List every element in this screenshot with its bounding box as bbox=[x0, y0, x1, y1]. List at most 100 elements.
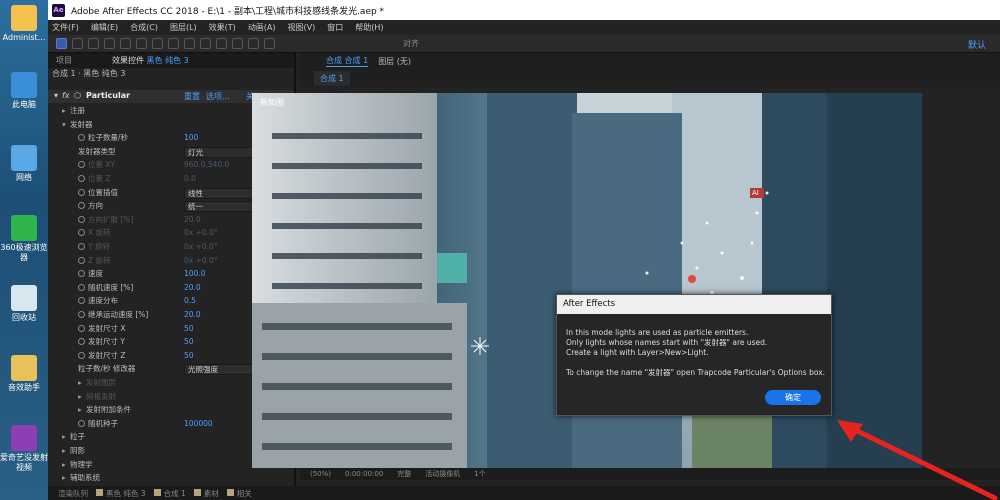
reset-link[interactable]: 重置 bbox=[184, 91, 200, 102]
selection-tool-icon[interactable] bbox=[56, 38, 67, 49]
camera-tool-icon[interactable] bbox=[120, 38, 131, 49]
fx-icon[interactable]: fx bbox=[62, 91, 70, 100]
desktop-browser-360[interactable]: 360极速浏览器 bbox=[0, 215, 48, 263]
property-value[interactable]: 0.5 bbox=[184, 295, 196, 307]
viewer-control[interactable]: 完整 bbox=[397, 468, 411, 480]
roto-tool-icon[interactable] bbox=[248, 38, 259, 49]
stopwatch-icon[interactable] bbox=[78, 229, 85, 237]
chevron-right-icon[interactable]: ▸ bbox=[62, 472, 70, 484]
desktop-network[interactable]: 网络 bbox=[0, 145, 48, 183]
property-value[interactable]: 100000 bbox=[184, 418, 213, 430]
tab-composition[interactable]: 合成 合成 1 bbox=[326, 55, 369, 67]
viewer-control[interactable]: (50%) bbox=[310, 468, 331, 480]
pen-tool-icon[interactable] bbox=[168, 38, 179, 49]
menu-item-8[interactable]: 帮助(H) bbox=[355, 22, 383, 33]
stopwatch-icon[interactable] bbox=[78, 202, 85, 210]
brush-tool-icon[interactable] bbox=[200, 38, 211, 49]
menu-item-1[interactable]: 编辑(E) bbox=[91, 22, 118, 33]
stopwatch-icon[interactable] bbox=[78, 297, 85, 305]
chevron-right-icon[interactable]: ▸ bbox=[78, 377, 86, 389]
chevron-right-icon[interactable]: ▸ bbox=[62, 459, 70, 471]
color-label-icon bbox=[193, 488, 201, 496]
stopwatch-icon[interactable] bbox=[78, 256, 85, 264]
stopwatch-icon[interactable] bbox=[78, 188, 85, 196]
stopwatch-icon[interactable] bbox=[78, 419, 85, 427]
desktop-computer[interactable]: 此电脑 bbox=[0, 72, 48, 110]
chevron-right-icon[interactable]: ▸ bbox=[78, 391, 86, 403]
workspace-default[interactable]: 默认 bbox=[968, 38, 986, 51]
tab-project[interactable]: 项目 bbox=[56, 55, 72, 66]
bottom-tab[interactable]: 素材 bbox=[193, 488, 219, 499]
stopwatch-icon[interactable] bbox=[78, 351, 85, 359]
property-value[interactable]: 50 bbox=[184, 323, 194, 335]
menu-item-7[interactable]: 窗口 bbox=[327, 22, 343, 33]
stopwatch-icon[interactable] bbox=[78, 283, 85, 291]
chevron-down-icon[interactable]: ▾ bbox=[54, 91, 58, 100]
eraser-tool-icon[interactable] bbox=[232, 38, 243, 49]
viewer-control[interactable]: 1个 bbox=[474, 468, 485, 480]
desktop-iqiyi[interactable]: 爱奇艺没发射视频 bbox=[0, 425, 48, 473]
chevron-down-icon[interactable]: ▾ bbox=[62, 119, 70, 131]
stopwatch-icon[interactable] bbox=[78, 215, 85, 223]
property-label-text: 位置插值 bbox=[88, 187, 118, 197]
menu-item-4[interactable]: 效果(T) bbox=[209, 22, 236, 33]
chevron-right-icon[interactable]: ▸ bbox=[62, 431, 70, 443]
property-label: ▸ 阴影 bbox=[62, 445, 85, 457]
property-value[interactable]: 0x +0.0° bbox=[184, 255, 218, 267]
puppet-tool-icon[interactable] bbox=[264, 38, 275, 49]
bottom-tab[interactable]: 相关 bbox=[226, 488, 252, 499]
property-value[interactable]: 50 bbox=[184, 350, 194, 362]
hand-tool-icon[interactable] bbox=[72, 38, 83, 49]
property-row[interactable]: ▸ 辅助系统 bbox=[48, 472, 294, 484]
stopwatch-icon[interactable] bbox=[78, 311, 85, 318]
menu-item-5[interactable]: 动画(A) bbox=[248, 22, 276, 33]
stopwatch-icon[interactable] bbox=[78, 175, 85, 182]
text-tool-icon[interactable] bbox=[184, 38, 195, 49]
bottom-tab[interactable]: 渲染队列 bbox=[58, 488, 88, 499]
stopwatch-icon[interactable] bbox=[78, 243, 85, 250]
tab-layer[interactable]: 图层 (无) bbox=[378, 56, 411, 67]
clone-tool-icon[interactable] bbox=[216, 38, 227, 49]
property-value[interactable]: 20.0 bbox=[184, 214, 201, 226]
property-value[interactable]: 0x +0.0° bbox=[184, 241, 218, 253]
stopwatch-icon[interactable] bbox=[78, 324, 85, 332]
rotate-tool-icon[interactable] bbox=[104, 38, 115, 49]
property-value[interactable]: 100.0 bbox=[184, 268, 205, 280]
property-value[interactable]: 0.0 bbox=[184, 173, 196, 185]
bottom-tab[interactable]: 黑色 纯色 3 bbox=[96, 488, 146, 499]
stopwatch-icon[interactable] bbox=[78, 338, 85, 346]
stopwatch-icon[interactable] bbox=[78, 161, 85, 169]
comp-subtab[interactable]: 合成 1 bbox=[314, 70, 350, 86]
stopwatch-icon[interactable] bbox=[78, 134, 85, 142]
property-value[interactable]: 960.0,540.0 bbox=[184, 159, 229, 171]
tab-effect-controls[interactable]: 效果控件 黑色 纯色 3 bbox=[112, 55, 189, 66]
menu-item-3[interactable]: 图层(L) bbox=[170, 22, 197, 33]
pan-behind-tool-icon[interactable] bbox=[136, 38, 147, 49]
property-value[interactable]: 20.0 bbox=[184, 309, 201, 321]
bottom-tab[interactable]: 合成 1 bbox=[153, 488, 186, 499]
menu-item-2[interactable]: 合成(C) bbox=[130, 22, 158, 33]
desktop-admin-user[interactable]: Administ... bbox=[0, 5, 48, 43]
desktop-recycle-bin[interactable]: 回收站 bbox=[0, 285, 48, 323]
property-value[interactable]: 100 bbox=[184, 132, 198, 144]
viewer-control[interactable]: 活动摄像机 bbox=[425, 468, 460, 480]
rectangle-tool-icon[interactable] bbox=[152, 38, 163, 49]
chevron-right-icon[interactable]: ▸ bbox=[62, 445, 70, 457]
property-value[interactable]: 50 bbox=[184, 336, 194, 348]
menu-item-0[interactable]: 文件(F) bbox=[52, 22, 79, 33]
property-value[interactable]: 0x +0.0° bbox=[184, 227, 218, 239]
viewer-control[interactable]: 0:00:00:00 bbox=[345, 468, 383, 480]
property-value[interactable]: 20.0 bbox=[184, 282, 201, 294]
property-label: ▸ 注册 bbox=[62, 105, 85, 117]
stopwatch-icon[interactable] bbox=[78, 270, 85, 278]
options-link[interactable]: 选项... bbox=[206, 91, 230, 102]
desktop-audio-assistant[interactable]: 音效助手 bbox=[0, 355, 48, 393]
chevron-right-icon[interactable]: ▸ bbox=[78, 404, 86, 416]
chevron-right-icon[interactable]: ▸ bbox=[62, 105, 70, 117]
ok-button[interactable]: 确定 bbox=[765, 390, 821, 405]
menu-item-6[interactable]: 视图(V) bbox=[288, 22, 316, 33]
zoom-tool-icon[interactable] bbox=[88, 38, 99, 49]
snap-checkbox[interactable]: 对齐 bbox=[403, 38, 419, 49]
property-label-text: 物理学 bbox=[70, 459, 93, 469]
desktop-icon-label: 此电脑 bbox=[12, 100, 36, 109]
